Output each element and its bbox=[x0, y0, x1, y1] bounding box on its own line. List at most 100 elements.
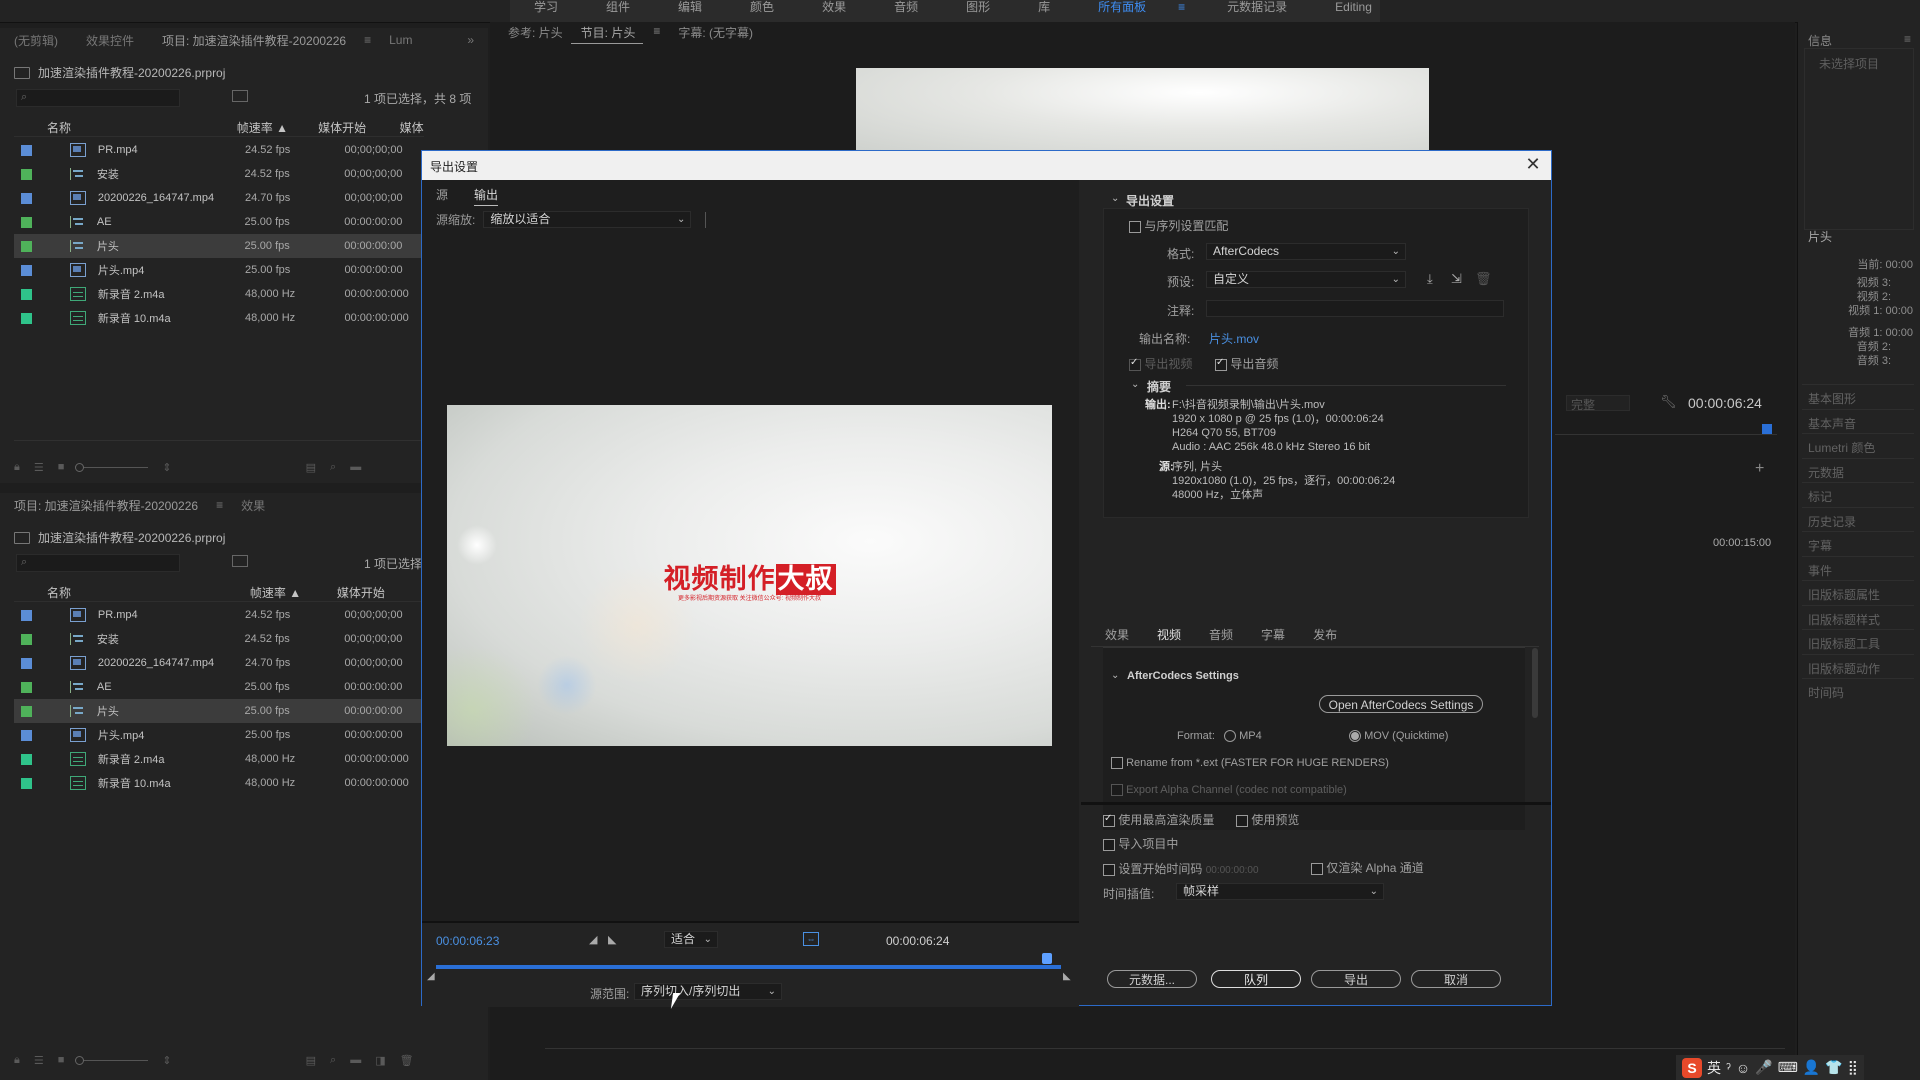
tab-project-bottom[interactable]: 项目: 加速渲染插件教程-20200226 bbox=[0, 497, 212, 514]
col-name[interactable]: 名称 bbox=[14, 584, 250, 601]
col-name[interactable]: 名称 bbox=[14, 119, 237, 136]
import-into-project-checkbox[interactable] bbox=[1103, 838, 1115, 851]
open-aftercodecs-settings-button[interactable]: Open AfterCodecs Settings bbox=[1319, 695, 1483, 713]
icon-view-icon[interactable]: ■ bbox=[58, 461, 65, 473]
emoji-icon[interactable]: ☺ bbox=[1736, 1060, 1750, 1076]
label-color-swatch[interactable] bbox=[21, 753, 32, 765]
workspace-tab-learn[interactable]: 学习 bbox=[510, 0, 582, 22]
lock-icon[interactable]: 🔒︎ bbox=[14, 461, 20, 474]
tab-no-clip[interactable]: (无剪辑) bbox=[0, 32, 72, 49]
workspace-tab-effects[interactable]: 效果 bbox=[798, 0, 870, 22]
table-row[interactable]: 新录音 2.m4a 48,000 Hz 00:00:00:000 bbox=[14, 747, 424, 771]
workspace-tab-graphics[interactable]: 图形 bbox=[942, 0, 1014, 22]
format-mov-radio[interactable] bbox=[1349, 730, 1361, 743]
col-frame-rate[interactable]: 帧速率 ▲ bbox=[237, 119, 318, 136]
table-row[interactable]: PR.mp4 24.52 fps 00;00;00;00 bbox=[14, 138, 424, 162]
cancel-button[interactable]: 取消 bbox=[1411, 970, 1501, 988]
info-menu-icon[interactable]: ≡ bbox=[1904, 32, 1911, 46]
label-color-swatch[interactable] bbox=[21, 777, 32, 789]
preset-dropdown[interactable]: 自定义 ⌄ bbox=[1206, 271, 1406, 288]
export-audio-row[interactable]: 导出音频 bbox=[1215, 355, 1278, 372]
tab-effects[interactable]: 效果 bbox=[227, 497, 279, 514]
aspect-correction-icon[interactable]: ⇔ bbox=[803, 932, 819, 946]
find-icon[interactable]: ⌕ bbox=[330, 461, 336, 474]
label-color-swatch[interactable] bbox=[21, 168, 32, 180]
workspace-tab-editing[interactable]: 编辑 bbox=[654, 0, 726, 22]
table-row[interactable]: 20200226_164747.mp4 24.70 fps 00;00;00;00 bbox=[14, 186, 424, 210]
panel-tab-12[interactable]: 时间码 bbox=[1808, 684, 1844, 701]
label-color-swatch[interactable] bbox=[21, 609, 32, 621]
tab-reference-monitor[interactable]: 参考: 片头 bbox=[498, 24, 571, 44]
tab-menu-icon[interactable]: ≡ bbox=[360, 33, 375, 47]
scrub-playhead[interactable] bbox=[1042, 953, 1052, 964]
comment-input[interactable] bbox=[1206, 300, 1504, 317]
save-preset-icon[interactable]: ⤓ bbox=[1427, 271, 1433, 287]
toolbox-icon[interactable]: ⣿ bbox=[1848, 1059, 1858, 1076]
delete-preset-icon[interactable]: 🗑︎ bbox=[1475, 271, 1492, 287]
tab-effects[interactable]: 效果 bbox=[1091, 626, 1143, 647]
tab-captions[interactable]: 字幕: (无字幕) bbox=[668, 24, 761, 44]
table-row[interactable]: 新录音 10.m4a 48,000 Hz 00:00:00:000 bbox=[14, 771, 424, 795]
tab-project[interactable]: 项目: 加速渲染插件教程-20200226 bbox=[148, 32, 360, 49]
sort-icons-icon[interactable]: ⇕ bbox=[162, 461, 171, 474]
panel-tab-0[interactable]: 基本图形 bbox=[1808, 390, 1856, 407]
panel-tab-5[interactable]: 历史记录 bbox=[1808, 513, 1856, 530]
use-previews-checkbox[interactable] bbox=[1236, 814, 1248, 827]
format-mp4-radio[interactable] bbox=[1224, 730, 1236, 743]
workspace-tab-assembly[interactable]: 组件 bbox=[582, 0, 654, 22]
scrollbar-thumb[interactable] bbox=[1532, 648, 1538, 718]
automate-to-sequence-icon[interactable]: ▤ bbox=[306, 461, 316, 474]
set-start-tc-row[interactable]: 设置开始时间码 00:00:00:00 bbox=[1103, 860, 1259, 877]
list-view-icon[interactable]: ☰ bbox=[34, 1054, 44, 1067]
use-previews-row[interactable]: 使用预览 bbox=[1236, 811, 1299, 828]
label-color-swatch[interactable] bbox=[21, 216, 32, 228]
set-start-tc-checkbox[interactable] bbox=[1103, 863, 1115, 876]
label-color-swatch[interactable] bbox=[21, 240, 32, 252]
export-audio-checkbox[interactable] bbox=[1215, 357, 1227, 371]
panel-tab-6[interactable]: 字幕 bbox=[1808, 537, 1832, 554]
table-row[interactable]: 片头.mp4 25.00 fps 00:00:00:00 bbox=[14, 723, 424, 747]
tab-captions[interactable]: 字幕 bbox=[1247, 626, 1299, 647]
format-dropdown[interactable]: AfterCodecs ⌄ bbox=[1206, 243, 1406, 260]
panel-tab-11[interactable]: 旧版标题动作 bbox=[1808, 660, 1880, 677]
tab-lumetri[interactable]: Lum bbox=[375, 33, 426, 47]
monitor-fit-dropdown[interactable]: 完整 bbox=[1566, 395, 1630, 412]
add-button[interactable]: + bbox=[1755, 460, 1764, 478]
new-bin-footer-icon[interactable]: ▬ bbox=[350, 461, 361, 473]
program-ruler[interactable] bbox=[1555, 420, 1777, 435]
rename-checkbox[interactable] bbox=[1111, 757, 1123, 770]
source-range-dropdown[interactable]: 序列切入/序列切出 ⌄ bbox=[634, 983, 782, 1000]
codec-section-chevron-icon[interactable]: ⌄ bbox=[1111, 670, 1119, 681]
program-playhead[interactable] bbox=[1762, 424, 1772, 434]
table-row[interactable]: 20200226_164747.mp4 24.70 fps 00;00;00;00 bbox=[14, 651, 424, 675]
label-color-swatch[interactable] bbox=[21, 681, 32, 693]
table-row[interactable]: 安装 24.52 fps 00;00;00;00 bbox=[14, 627, 424, 651]
new-bin-footer-icon[interactable]: ▬ bbox=[350, 1054, 361, 1066]
out-point-marker-icon[interactable]: ◣ bbox=[1063, 971, 1071, 982]
zoom-slider[interactable] bbox=[75, 462, 149, 472]
render-alpha-only-row[interactable]: 仅渲染 Alpha 通道 bbox=[1311, 859, 1424, 876]
label-color-swatch[interactable] bbox=[21, 192, 32, 204]
tab-menu-bottom-icon[interactable]: ≡ bbox=[212, 498, 227, 512]
export-range-bar[interactable] bbox=[436, 965, 1061, 969]
search-input-bottom[interactable]: ⌕ bbox=[16, 554, 180, 572]
trash-icon[interactable]: 🗑︎ bbox=[400, 1054, 414, 1067]
source-scaling-dropdown[interactable]: 缩放以适合 ⌄ bbox=[483, 211, 692, 228]
alpha-checkbox[interactable] bbox=[1111, 784, 1123, 797]
tab-publish[interactable]: 发布 bbox=[1299, 626, 1351, 647]
col-media-end[interactable]: 媒体结 bbox=[400, 119, 424, 136]
label-color-swatch[interactable] bbox=[21, 633, 32, 645]
table-row[interactable]: AE 25.00 fps 00:00:00:00 bbox=[14, 675, 424, 699]
table-row[interactable]: AE 25.00 fps 00:00:00:00 bbox=[14, 210, 424, 234]
table-row[interactable]: 新录音 2.m4a 48,000 Hz 00:00:00:000 bbox=[14, 282, 424, 306]
table-row[interactable]: 安装 24.52 fps 00;00;00;00 bbox=[14, 162, 424, 186]
tab-source[interactable]: 源 bbox=[436, 186, 448, 206]
zoom-slider[interactable] bbox=[75, 1055, 149, 1065]
table-row[interactable]: 片头 25.00 fps 00:00:00:00 bbox=[14, 699, 424, 723]
lock-icon[interactable]: 🔒︎ bbox=[14, 1054, 20, 1067]
more-tabs-icon[interactable]: » bbox=[453, 33, 488, 47]
table-row[interactable]: 片头.mp4 25.00 fps 00:00:00:00 bbox=[14, 258, 424, 282]
workspace-tab-libraries[interactable]: 库 bbox=[1014, 0, 1074, 22]
fit-dropdown[interactable]: 适合 ⌄ bbox=[664, 931, 718, 948]
list-view-icon[interactable]: ☰ bbox=[34, 461, 44, 474]
